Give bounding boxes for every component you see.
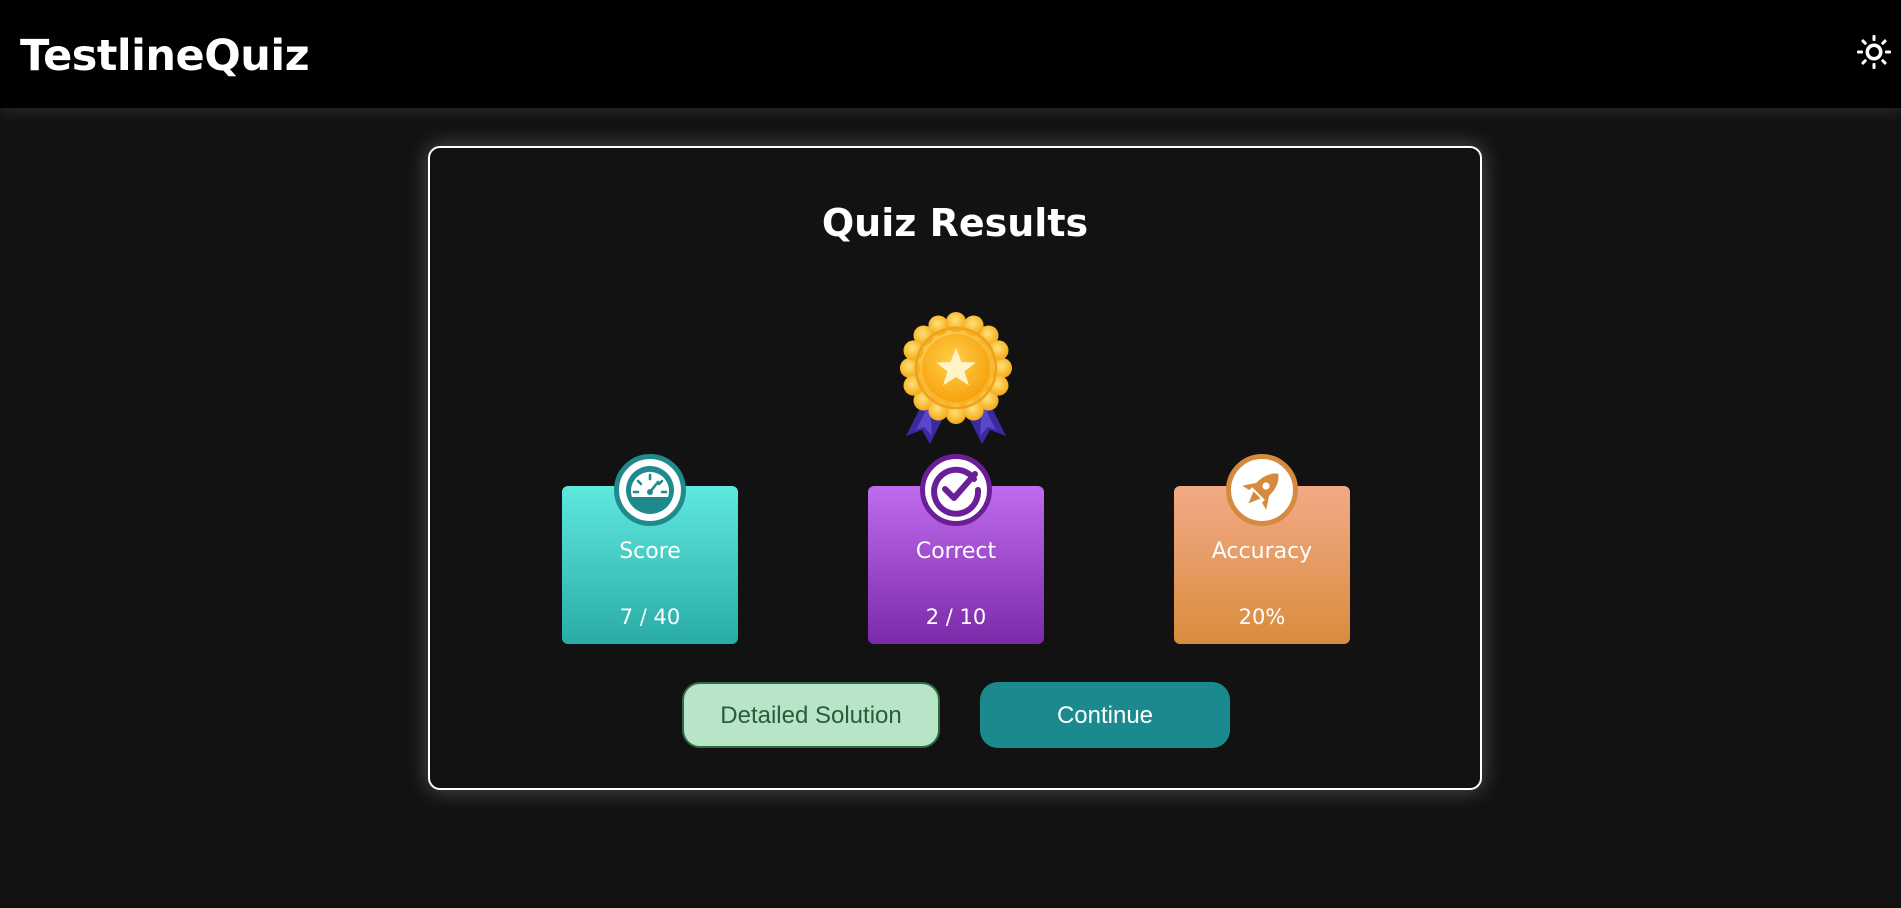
correct-value: 2 / 10 [925,605,987,629]
accuracy-label: Accuracy [1211,539,1313,564]
correct-label: Correct [915,539,997,564]
app-logo-text[interactable]: TestlineQuiz [20,30,310,82]
continue-button[interactable]: Continue [980,682,1230,748]
medal-star-icon [892,312,1020,444]
sun-icon[interactable] [1856,34,1892,70]
check-circle-icon [920,454,992,526]
results-title: Quiz Results [821,201,1089,245]
correct-stat-card: Correct 2 / 10 [868,454,1044,644]
speedometer-icon [614,454,686,526]
score-label: Score [619,539,681,564]
top-navbar: TestlineQuiz [0,0,1901,108]
detailed-solution-button[interactable]: Detailed Solution [682,682,940,748]
score-value: 7 / 40 [619,605,681,629]
rocket-icon [1226,454,1298,526]
score-stat-card: Score 7 / 40 [562,454,738,644]
accuracy-value: 20% [1238,605,1286,629]
accuracy-stat-card: Accuracy 20% [1174,454,1350,644]
quiz-results-card: Quiz Results Score 7 / 40 Correct 2 / 10… [428,146,1482,790]
